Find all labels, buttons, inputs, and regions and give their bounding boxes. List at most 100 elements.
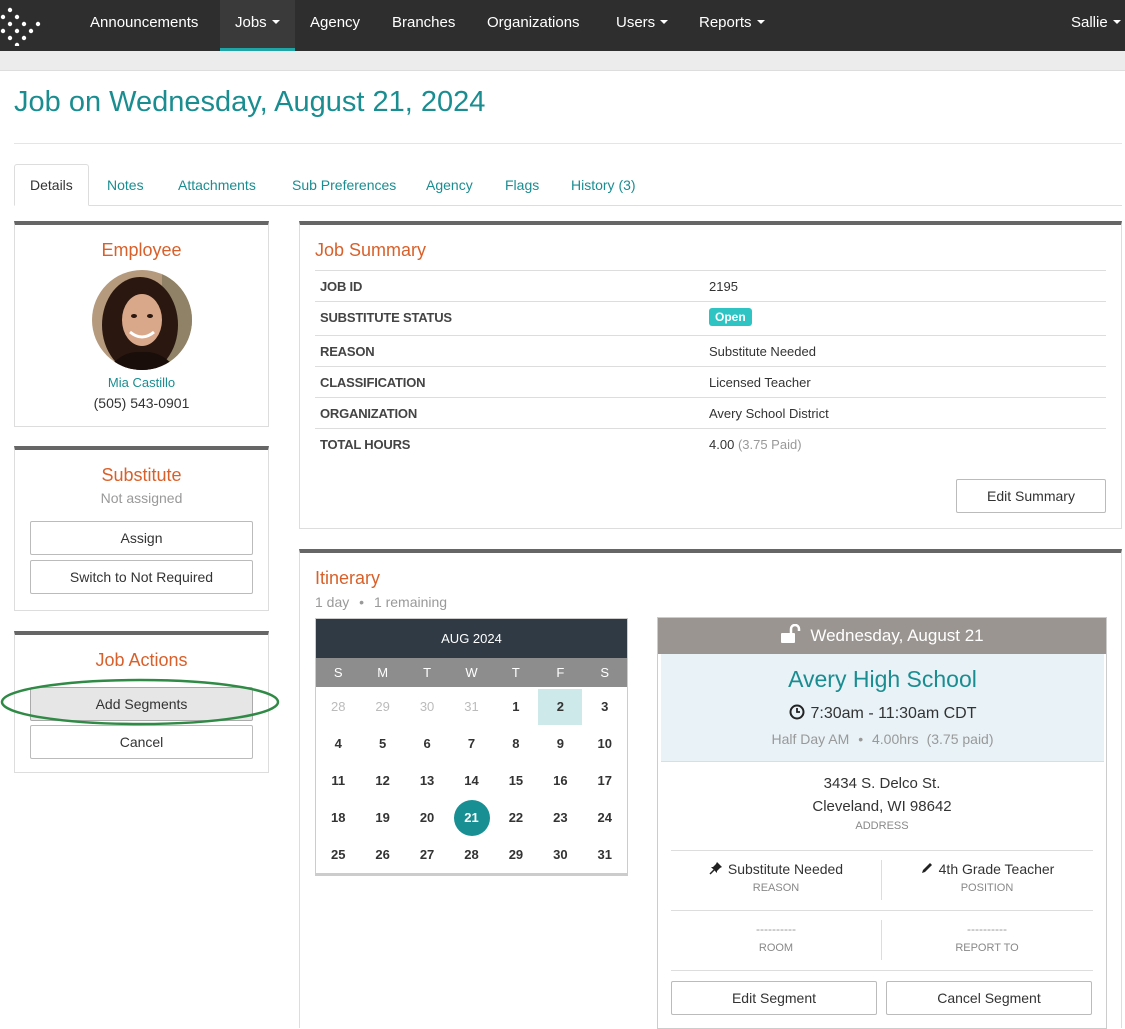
- calendar-day[interactable]: 31: [454, 691, 490, 723]
- calendar-day[interactable]: 23: [542, 802, 578, 834]
- calendar-day[interactable]: 27: [409, 839, 445, 871]
- edit-summary-button[interactable]: Edit Summary: [956, 479, 1106, 513]
- summary-row-classification: CLASSIFICATION Licensed Teacher: [315, 366, 1106, 397]
- calendar-day[interactable]: 6: [409, 728, 445, 760]
- total-hours: 4.00: [709, 437, 735, 452]
- segment-summary: Avery High School 7:30am - 11:30am CDT H…: [661, 654, 1104, 762]
- calendar-day[interactable]: 19: [365, 802, 401, 834]
- calendar-day[interactable]: 7: [454, 728, 490, 760]
- calendar-day[interactable]: 1: [498, 691, 534, 723]
- calendar-day[interactable]: 4: [320, 728, 356, 760]
- top-navbar: Announcements Jobs Agency Branches Organ…: [0, 0, 1125, 51]
- room-value: ----------: [756, 922, 796, 936]
- caret-down-icon: [271, 20, 280, 25]
- calendar-day[interactable]: 3: [587, 691, 623, 723]
- job-summary-heading: Job Summary: [315, 240, 427, 260]
- caret-down-icon: [1112, 20, 1121, 25]
- nav-reports[interactable]: Reports: [699, 0, 765, 51]
- calendar-day[interactable]: 29: [365, 691, 401, 723]
- total-hours-label: TOTAL HOURS: [320, 437, 411, 452]
- sub-status-label: SUBSTITUTE STATUS: [320, 310, 452, 325]
- summary-row-sub-status: SUBSTITUTE STATUS Open: [315, 301, 1106, 335]
- calendar-day[interactable]: 28: [320, 691, 356, 723]
- calendar-day[interactable]: 20: [409, 802, 445, 834]
- calendar-day[interactable]: 8: [498, 728, 534, 760]
- calendar-day[interactable]: 24: [587, 802, 623, 834]
- tab-history[interactable]: History (3): [556, 164, 651, 206]
- calendar-day[interactable]: 26: [365, 839, 401, 871]
- tab-attachments[interactable]: Attachments: [163, 164, 271, 206]
- reason-label: REASON: [752, 882, 800, 894]
- segment-reason-text: Substitute Needed: [727, 861, 844, 877]
- calendar-day[interactable]: 11: [320, 765, 356, 797]
- room-label: ROOM: [758, 942, 794, 954]
- report-to-label: REPORT TO: [955, 942, 1019, 954]
- segment-paid-hours: (3.75 paid): [926, 731, 994, 747]
- cancel-segment-button[interactable]: Cancel Segment: [886, 981, 1092, 1015]
- calendar-weekday: T: [404, 658, 450, 687]
- calendar-day[interactable]: 31: [587, 839, 623, 871]
- school-name-link[interactable]: Avery High School: [661, 666, 1104, 693]
- calendar-day[interactable]: 2: [538, 689, 583, 725]
- nav-organizations[interactable]: Organizations: [487, 0, 580, 51]
- calendar-weekday: M: [360, 658, 405, 687]
- calendar-day[interactable]: 30: [409, 691, 445, 723]
- edit-segment-button[interactable]: Edit Segment: [671, 981, 877, 1015]
- nav-branches[interactable]: Branches: [392, 0, 455, 51]
- tab-flags[interactable]: Flags: [490, 164, 554, 206]
- switch-to-not-required-button[interactable]: Switch to Not Required: [30, 560, 253, 594]
- calendar-day[interactable]: 12: [365, 765, 401, 797]
- tab-agency[interactable]: Agency: [411, 164, 488, 206]
- classification-label: CLASSIFICATION: [320, 375, 426, 390]
- itinerary-panel: Itinerary 1 day • 1 remaining AUG 2024 S…: [299, 549, 1122, 1029]
- assign-button[interactable]: Assign: [30, 521, 253, 555]
- calendar-month-header: AUG 2024: [316, 619, 627, 658]
- nav-announcements[interactable]: Announcements: [90, 0, 198, 51]
- itinerary-heading: Itinerary: [315, 568, 381, 588]
- calendar-day[interactable]: 29: [498, 839, 534, 871]
- employee-heading: Employee: [101, 240, 182, 260]
- calendar-day[interactable]: 17: [587, 765, 623, 797]
- summary-row-total-hours: TOTAL HOURS 4.00 (3.75 Paid): [315, 428, 1106, 459]
- job-tabs: Details Notes Attachments Sub Preference…: [14, 164, 1122, 206]
- summary-row-organization: ORGANIZATION Avery School District: [315, 397, 1106, 428]
- nav-agency[interactable]: Agency: [310, 0, 360, 51]
- calendar-day[interactable]: 5: [365, 728, 401, 760]
- tab-notes[interactable]: Notes: [92, 164, 159, 206]
- calendar-day[interactable]: 14: [454, 765, 490, 797]
- calendar-day[interactable]: 13: [409, 765, 445, 797]
- substitute-panel: Substitute Not assigned Assign Switch to…: [14, 446, 269, 611]
- segment-hours: 4.00hrs: [871, 731, 919, 747]
- employee-panel: Employee Mia Castillo (505) 543-0901: [14, 221, 269, 427]
- calendar-day[interactable]: 18: [320, 802, 356, 834]
- calendar-day[interactable]: 15: [498, 765, 534, 797]
- sub-header-bar: [0, 51, 1125, 71]
- calendar-day[interactable]: 16: [542, 765, 578, 797]
- summary-row-reason: REASON Substitute Needed: [315, 335, 1106, 366]
- nav-jobs[interactable]: Jobs: [220, 0, 295, 51]
- tab-sub-preferences[interactable]: Sub Preferences: [277, 164, 411, 206]
- employee-name-link[interactable]: Mia Castillo: [15, 375, 268, 390]
- cancel-job-button[interactable]: Cancel: [30, 725, 253, 759]
- caret-down-icon: [756, 20, 765, 25]
- user-menu[interactable]: Sallie: [1071, 0, 1121, 51]
- calendar-day[interactable]: 25: [320, 839, 356, 871]
- calendar-day[interactable]: 21: [453, 800, 490, 836]
- calendar-day[interactable]: 10: [587, 728, 623, 760]
- calendar-weekday: F: [538, 658, 583, 687]
- pushpin-icon: [709, 862, 722, 875]
- segment-position-text: 4th Grade Teacher: [938, 861, 1055, 877]
- clock-icon: [789, 704, 804, 720]
- nav-users[interactable]: Users: [616, 0, 669, 51]
- calendar-day[interactable]: 30: [542, 839, 578, 871]
- app-logo-icon[interactable]: [0, 4, 42, 46]
- tab-details[interactable]: Details: [14, 164, 89, 206]
- calendar-day[interactable]: 28: [454, 839, 490, 871]
- segment-card: Wednesday, August 21 Avery High School 7…: [657, 617, 1107, 1029]
- segment-date: Wednesday, August 21: [810, 626, 984, 645]
- reason-label: REASON: [320, 344, 375, 359]
- organization-link[interactable]: Avery School District: [709, 406, 829, 421]
- job-summary-panel: Job Summary JOB ID 2195 SUBSTITUTE STATU…: [299, 221, 1122, 529]
- calendar-day[interactable]: 9: [542, 728, 578, 760]
- calendar-day[interactable]: 22: [498, 802, 534, 834]
